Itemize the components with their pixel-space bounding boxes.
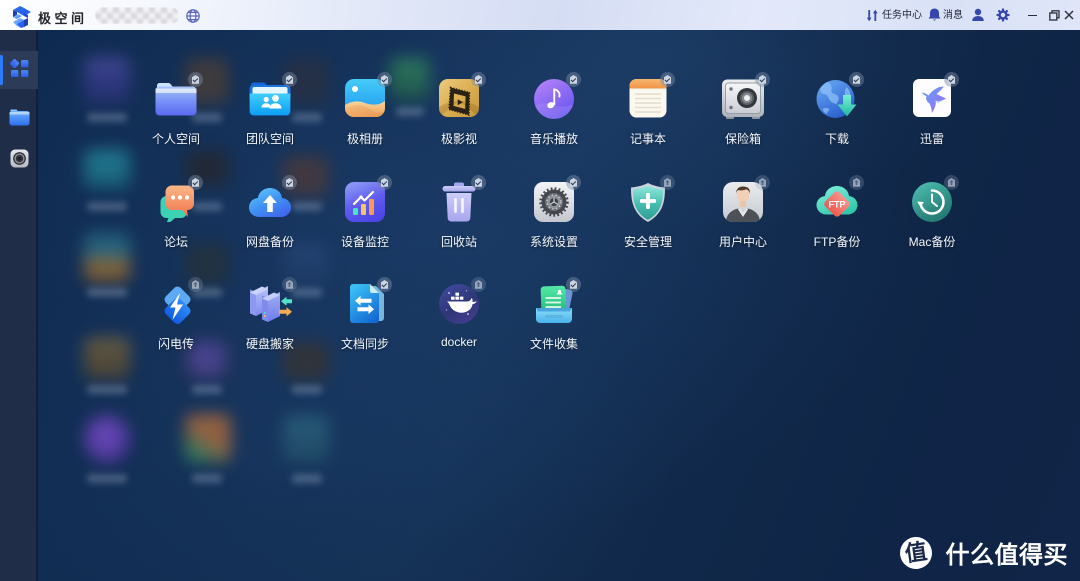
svg-text:FTP: FTP [829, 200, 846, 210]
